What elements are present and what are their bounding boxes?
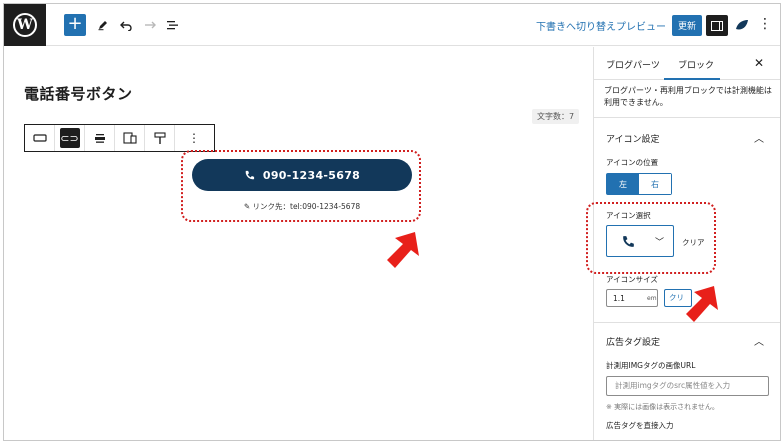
devices-icon <box>122 132 137 144</box>
tab-blog-parts[interactable]: ブログパーツ <box>606 58 660 71</box>
button-block-icon <box>32 134 47 142</box>
block-options-button[interactable]: ⋮ <box>175 125 213 151</box>
block-type-button[interactable] <box>25 125 55 151</box>
icon-settings-title[interactable]: アイコン設定 <box>606 132 660 145</box>
img-url-label: 計測用IMGタグの画像URL <box>606 361 696 370</box>
more-options-icon[interactable]: ⋮ <box>758 16 772 32</box>
edit-tool-button[interactable] <box>92 14 114 36</box>
link-icon: ⊂⊃ <box>59 128 80 148</box>
icon-size-label: アイコンサイズ <box>606 275 658 284</box>
active-tab-indicator <box>664 78 720 80</box>
sidebar-tabs: ブログパーツ ブロック ✕ <box>594 47 780 80</box>
highlight-tel-button <box>181 150 421 222</box>
ad-tag-settings-title[interactable]: 広告タグ設定 <box>606 335 660 348</box>
preview-link[interactable]: プレビュー <box>616 18 666 33</box>
chevron-up-icon[interactable]: ︿ <box>754 333 764 348</box>
paint-icon <box>153 131 166 144</box>
icon-size-value: 1.1 <box>613 294 625 303</box>
sidebar-icon <box>711 20 723 31</box>
link-button[interactable]: ⊂⊃ <box>55 125 85 151</box>
update-button[interactable]: 更新 <box>672 15 702 36</box>
align-button[interactable] <box>85 125 115 151</box>
icon-size-unit: em <box>647 295 657 302</box>
close-icon[interactable]: ✕ <box>754 56 764 70</box>
canvas-footer-fragment: … <box>24 435 32 441</box>
icon-position-toggle: 左 右 <box>606 173 672 195</box>
reuse-notice: ブログパーツ・再利用ブロックでは計測機能は利用できません。 <box>604 86 772 107</box>
divider <box>594 117 780 118</box>
highlight-icon-select <box>586 202 716 274</box>
switch-to-draft-link[interactable]: 下書きへ切り替え <box>536 18 616 33</box>
red-arrow-icon <box>387 232 419 268</box>
direct-input-label: 広告タグを直接入力 <box>606 421 674 430</box>
wordpress-logo-icon: W <box>13 13 37 37</box>
img-url-input[interactable]: 計測用imgタグのsrc属性値を入力 <box>606 376 769 396</box>
post-title[interactable]: 電話番号ボタン <box>24 83 133 104</box>
icon-size-input[interactable]: 1.1 em <box>606 289 658 307</box>
list-view-icon <box>166 21 178 30</box>
add-block-button[interactable]: + <box>64 14 86 36</box>
redo-button[interactable] <box>138 14 160 36</box>
position-left-button[interactable]: 左 <box>607 174 639 194</box>
device-visibility-button[interactable] <box>115 125 145 151</box>
undo-button[interactable] <box>115 14 137 36</box>
editor-canvas: 電話番号ボタン 文字数：7 ⊂⊃ ⋮ 090-1234-5678 ✎ リンク先：… <box>4 47 592 441</box>
top-toolbar: W + 下書きへ切り替え プレビュー 更新 ⋮ <box>4 4 780 46</box>
more-vertical-icon: ⋮ <box>188 131 200 145</box>
char-count-badge: 文字数：7 <box>532 109 580 124</box>
redo-icon <box>144 21 156 29</box>
settings-panel-toggle[interactable] <box>706 15 728 36</box>
document-overview-button[interactable] <box>161 14 183 36</box>
wordpress-logo-button[interactable]: W <box>4 4 46 46</box>
block-toolbar: ⊂⊃ ⋮ <box>24 124 215 152</box>
chevron-up-icon[interactable]: ︿ <box>754 130 764 145</box>
red-arrow-icon <box>686 286 718 322</box>
undo-icon <box>119 21 132 31</box>
position-right-button[interactable]: 右 <box>639 174 671 194</box>
plugin-leaf-icon[interactable] <box>735 18 749 32</box>
img-url-help: ※ 実際には画像は表示されません。 <box>606 403 719 411</box>
pencil-icon <box>98 21 107 31</box>
style-button[interactable] <box>145 125 175 151</box>
icon-position-label: アイコンの位置 <box>606 158 659 167</box>
editor-window: W + 下書きへ切り替え プレビュー 更新 ⋮ 電話番号ボタン 文字数：7 ⊂⊃… <box>3 3 781 441</box>
justify-icon <box>94 134 105 143</box>
tab-block[interactable]: ブロック <box>678 58 714 71</box>
